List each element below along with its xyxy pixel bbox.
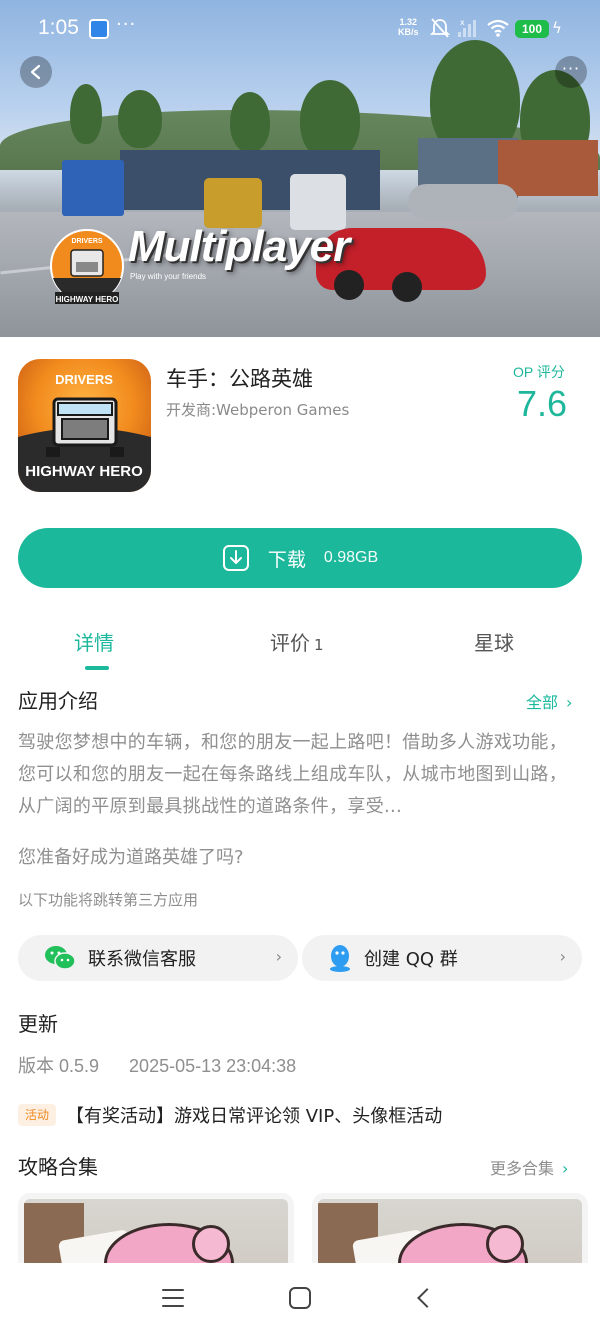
see-all-link[interactable]: 全部 › bbox=[526, 689, 572, 713]
update-meta: 版本 0.5.9 2025-05-13 23:04:38 bbox=[18, 1052, 296, 1078]
network-speed: 1.32 KB/s bbox=[398, 17, 419, 37]
wifi-icon bbox=[487, 19, 509, 37]
intro-title: 应用介绍 bbox=[18, 689, 98, 713]
chevron-left-icon bbox=[30, 64, 41, 80]
tab-details-label: 详情 bbox=[74, 631, 114, 655]
charging-icon: ϟ bbox=[552, 19, 562, 37]
qq-icon bbox=[330, 945, 350, 972]
download-icon bbox=[222, 545, 249, 571]
chevron-right-icon: › bbox=[275, 947, 282, 966]
hero-tree bbox=[300, 80, 360, 160]
hero-car-wheel bbox=[392, 272, 422, 302]
hero-tanker bbox=[408, 184, 518, 220]
truck-logo-icon: DRIVERS HIGHWAY HERO bbox=[18, 372, 151, 492]
network-speed-value: 1.32 bbox=[399, 17, 418, 27]
hero-subtitle: Play with your friends bbox=[130, 272, 207, 281]
download-button[interactable]: 下载 0.98GB bbox=[18, 528, 582, 588]
create-qq-group-button[interactable]: 创建 QQ 群 › bbox=[302, 935, 582, 981]
signal-icon: x bbox=[458, 18, 476, 37]
score-label: OP 评分 bbox=[513, 364, 565, 380]
chevron-right-icon: › bbox=[562, 1159, 569, 1178]
intro-text: 驾驶您梦想中的车辆，和您的朋友一起上路吧！借助多人游戏功能，您可以和您的朋友一起… bbox=[18, 732, 567, 817]
activity-link[interactable]: 【有奖活动】游戏日常评论领 VIP、头像框活动 bbox=[66, 1102, 442, 1128]
system-nav-bar bbox=[0, 1263, 600, 1333]
more-collections-label: 更多合集 bbox=[490, 1159, 555, 1178]
hero-logo-bottom-text: HIGHWAY HERO bbox=[56, 295, 119, 304]
wechat-service-button[interactable]: 联系微信客服 › bbox=[18, 935, 298, 981]
hero-car-wheel bbox=[334, 270, 364, 300]
guide-card-character-ear bbox=[486, 1225, 524, 1263]
score-value: 7.6 bbox=[517, 383, 568, 424]
update-version: 版本 0.5.9 bbox=[18, 1056, 100, 1076]
hero-building bbox=[498, 140, 598, 196]
download-size: 0.98GB bbox=[323, 549, 379, 566]
home-button[interactable] bbox=[289, 1287, 311, 1309]
chevron-right-icon: › bbox=[566, 693, 573, 712]
back-button[interactable] bbox=[20, 56, 52, 88]
hero-tree bbox=[70, 84, 102, 144]
tab-reviews-label: 评价 bbox=[270, 631, 310, 655]
create-qq-group-label: 创建 QQ 群 bbox=[364, 949, 458, 970]
svg-text:x: x bbox=[460, 18, 465, 27]
tab-indicator bbox=[85, 666, 109, 670]
hero-truck bbox=[204, 178, 262, 228]
hero-logo-top-text: DRIVERS bbox=[71, 238, 102, 245]
see-all-label: 全部 bbox=[526, 693, 559, 712]
tab-reviews[interactable]: 评价 1 bbox=[270, 627, 324, 656]
wechat-icon bbox=[45, 946, 76, 970]
notification-more-icon: ··· bbox=[116, 14, 137, 35]
more-collections-link[interactable]: 更多合集 › bbox=[490, 1155, 568, 1179]
hero-truck bbox=[62, 160, 124, 216]
third-party-notice: 以下功能将跳转第三方应用 bbox=[18, 891, 199, 909]
bell-off-icon bbox=[430, 18, 450, 38]
app-icon: DRIVERS HIGHWAY HERO bbox=[18, 359, 151, 492]
highway-hero-logo: DRIVERS HIGHWAY HERO bbox=[50, 229, 124, 304]
status-time: 1:05 bbox=[38, 16, 79, 39]
update-title: 更新 bbox=[18, 1012, 58, 1036]
app-name: 车手：公路英雄 bbox=[166, 367, 313, 391]
tab-details[interactable]: 详情 bbox=[74, 627, 114, 656]
battery-indicator: 100 bbox=[515, 20, 549, 38]
tab-planet-label: 星球 bbox=[474, 631, 514, 655]
more-options-button[interactable]: ··· bbox=[555, 56, 587, 88]
download-label: 下载 bbox=[267, 548, 306, 571]
hero-tree bbox=[230, 92, 270, 152]
more-dots-icon: ··· bbox=[561, 59, 581, 78]
tab-reviews-count: 1 bbox=[314, 636, 324, 654]
nav-back-button[interactable] bbox=[417, 1288, 437, 1308]
network-speed-unit: KB/s bbox=[398, 27, 419, 37]
app-icon-top-text: DRIVERS bbox=[55, 372, 113, 387]
chevron-right-icon: › bbox=[559, 947, 566, 966]
recent-apps-button[interactable] bbox=[162, 1289, 184, 1313]
activity-badge: 活动 bbox=[18, 1104, 56, 1126]
guide-card[interactable] bbox=[312, 1193, 588, 1273]
guides-title: 攻略合集 bbox=[18, 1155, 98, 1179]
guide-card[interactable] bbox=[18, 1193, 294, 1273]
tab-planet[interactable]: 星球 bbox=[474, 627, 514, 656]
intro-question: 您准备好成为道路英雄了吗? bbox=[18, 847, 244, 868]
hero-tree bbox=[118, 90, 162, 148]
guide-card-character-ear bbox=[192, 1225, 230, 1263]
notification-app-icon bbox=[89, 19, 109, 39]
wechat-service-label: 联系微信客服 bbox=[88, 949, 196, 970]
update-date: 2025-05-13 23:04:38 bbox=[129, 1056, 297, 1076]
app-icon-bottom-text: HIGHWAY HERO bbox=[25, 463, 143, 480]
hero-title: Multiplayer bbox=[128, 222, 350, 271]
status-bar: 1:05 ··· 1.32 KB/s x 100 ϟ bbox=[0, 0, 600, 58]
app-developer: 开发商:Webperon Games bbox=[166, 401, 350, 419]
